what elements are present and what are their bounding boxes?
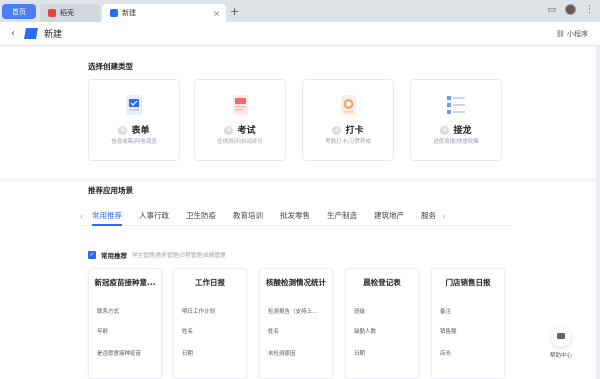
create-card-checkin-name: + 打卡 xyxy=(332,126,364,136)
app-logo-icon xyxy=(24,28,38,39)
tab-home[interactable]: 首页 xyxy=(2,4,36,19)
recommend-subheading: ✓ 常用推荐 学生管理|教务管理|日程管理|成绩管理 xyxy=(88,250,226,260)
template-field: 姓名 xyxy=(268,329,280,335)
category-tab-manufacturing[interactable]: 生产制造 xyxy=(327,208,357,226)
template-field: 检测报告（支持上... xyxy=(268,309,318,315)
template-field: 日期 xyxy=(354,351,366,357)
template-field: 日期 xyxy=(182,351,194,357)
new-doc-icon xyxy=(110,9,118,17)
link-icon: ⛓ xyxy=(555,29,565,38)
mini-program-link[interactable]: ⛓ 小程序 xyxy=(556,29,588,39)
category-tab-realestate[interactable]: 建筑地产 xyxy=(374,208,404,226)
create-card-checkin-desc: 考勤打卡|习惯养成 xyxy=(325,139,371,145)
create-card-relay[interactable]: + 接龙 进度填报|快速收集 xyxy=(410,79,502,161)
chat-icon xyxy=(551,327,571,347)
more-icon[interactable]: ⋮ xyxy=(585,5,594,15)
section-divider xyxy=(0,178,596,182)
create-type-title: 选择创建类型 xyxy=(88,62,133,71)
window-controls: ▭ ⋮ xyxy=(547,4,594,15)
browser-tab-bar: 首页 稻壳 新建 × + ▭ ⋮ xyxy=(0,0,600,22)
template-title: 工作日报 xyxy=(195,278,225,287)
page-title: 新建 xyxy=(44,30,63,40)
tab-home-label: 首页 xyxy=(12,7,26,16)
template-card-morning-check[interactable]: 晨检登记表 班级 缺勤人数 日期 xyxy=(345,268,419,379)
template-field: 店长 xyxy=(440,351,452,357)
subheading-tags: 学生管理|教务管理|日程管理|成绩管理 xyxy=(132,253,226,259)
subheading-title: 常用推荐 xyxy=(101,252,127,260)
template-card-nucleic-test[interactable]: 核酸检测情况统计 检测报告（支持上... 姓名 未检测原因 xyxy=(259,268,333,379)
template-field: 未检测原因 xyxy=(268,351,296,357)
template-field: 明日工作计划 xyxy=(182,309,216,315)
layout-icon[interactable]: ▭ xyxy=(547,5,556,15)
category-tab-health[interactable]: 卫生防疫 xyxy=(186,208,216,226)
tab-new[interactable]: 新建 × xyxy=(102,4,226,22)
template-field: 姓名 xyxy=(182,329,194,335)
help-center-button[interactable]: 帮助中心 xyxy=(546,327,576,359)
recommend-title: 推荐应用场景 xyxy=(88,186,133,195)
template-card-store-sales[interactable]: 门店销售日报 备注 销售额 店长 xyxy=(431,268,505,379)
category-tab-hr[interactable]: 人事行政 xyxy=(139,208,169,226)
template-field: 年龄 xyxy=(97,329,109,335)
exam-icon xyxy=(233,95,248,115)
scrollbar[interactable] xyxy=(596,47,600,379)
create-card-exam[interactable]: + 考试 在线测评|自动评分 xyxy=(194,79,286,161)
category-tab-retail[interactable]: 批发零售 xyxy=(280,208,310,226)
template-title: 核酸检测情况统计 xyxy=(266,278,326,287)
create-card-form[interactable]: + 表单 信息收集|问卷调查 xyxy=(88,79,180,161)
create-card-exam-desc: 在线测评|自动评分 xyxy=(217,139,263,145)
category-tab-common[interactable]: 常用推荐 xyxy=(92,208,122,226)
template-field: 联系方式 xyxy=(97,309,120,315)
add-tab-icon[interactable]: + xyxy=(230,5,239,18)
create-card-relay-name: + 接龙 xyxy=(440,126,472,136)
category-tab-service[interactable]: 服务 xyxy=(421,208,436,226)
create-card-relay-desc: 进度填报|快速收集 xyxy=(433,139,479,145)
check-icon: ✓ xyxy=(88,251,96,259)
create-card-checkin[interactable]: + 打卡 考勤打卡|习惯养成 xyxy=(302,79,394,161)
tab-new-label: 新建 xyxy=(122,9,136,17)
tab-close-icon[interactable]: × xyxy=(213,9,220,18)
chevron-right-icon[interactable]: › xyxy=(442,212,454,221)
avatar[interactable] xyxy=(565,4,576,15)
docer-icon xyxy=(48,9,56,17)
template-title: 门店销售日报 xyxy=(445,278,491,287)
template-card-vaccine[interactable]: 新冠疫苗接种意... 联系方式 年龄 是否愿意接种疫苗 xyxy=(88,268,162,379)
help-center-label: 帮助中心 xyxy=(549,353,572,359)
template-field: 销售额 xyxy=(440,329,457,335)
chevron-left-icon[interactable]: ‹ xyxy=(80,212,92,221)
category-tabs: ‹ 常用推荐 人事行政 卫生防疫 教育培训 批发零售 生产制造 建筑地产 服务 … xyxy=(80,208,510,226)
app-header: ‹ 新建 ⛓ 小程序 xyxy=(0,22,600,46)
relay-icon xyxy=(447,96,465,114)
tab-docer-label: 稻壳 xyxy=(60,9,74,17)
back-icon[interactable]: ‹ xyxy=(11,28,15,39)
template-field: 缺勤人数 xyxy=(354,329,377,335)
template-title: 晨检登记表 xyxy=(363,278,401,287)
form-icon xyxy=(126,95,142,115)
create-card-exam-name: + 考试 xyxy=(224,126,256,136)
create-card-form-desc: 信息收集|问卷调查 xyxy=(111,139,157,145)
tab-docer[interactable]: 稻壳 xyxy=(40,4,100,22)
mini-program-label: 小程序 xyxy=(567,29,588,38)
template-field: 备注 xyxy=(440,309,452,315)
template-title: 新冠疫苗接种意... xyxy=(94,278,156,287)
template-card-daily-report[interactable]: 工作日报 明日工作计划 姓名 日期 xyxy=(173,268,247,379)
checkin-icon xyxy=(341,95,356,115)
category-tab-education[interactable]: 教育培训 xyxy=(233,208,263,226)
create-card-form-name: + 表单 xyxy=(118,126,150,136)
template-field: 班级 xyxy=(354,309,366,315)
template-field: 是否愿意接种疫苗 xyxy=(97,351,142,357)
